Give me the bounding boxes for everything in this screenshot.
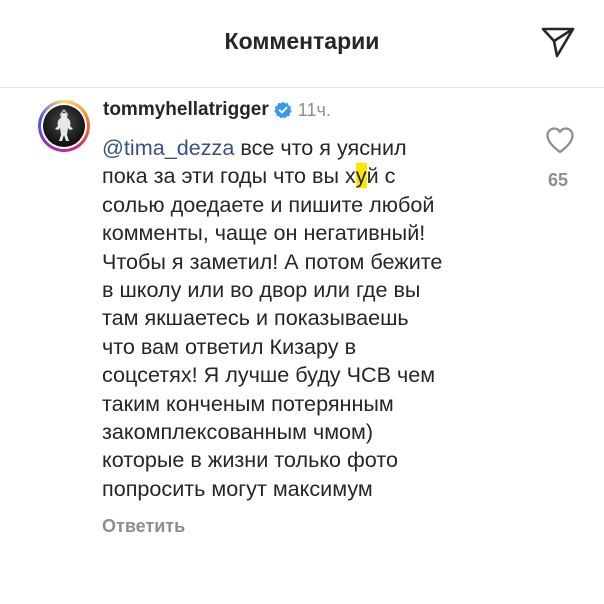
mention-link[interactable]: @tima_dezza [102,135,234,160]
comment-line: Чтобы я заметил! А потом бежите [102,248,443,274]
comment-line: таким конченым потерянным [102,390,394,416]
comment-line: @tima_dezza все что я уяснил [102,135,407,160]
header: Комментарии [0,0,604,88]
share-button[interactable] [536,20,580,64]
avatar[interactable] [38,100,90,152]
comment-line: пока за эти годы что вы хуй с [102,163,396,189]
comment-line: попросить могут максимум [102,475,373,501]
page-title: Комментарии [224,28,380,54]
comment-line: соцсетях! Я лучше буду ЧСВ чем [102,362,436,388]
avatar-image [43,105,85,147]
comment-text: @tima_dezza все что я уяснил пока за эти… [102,134,522,503]
paper-plane-icon [541,27,575,58]
like-button[interactable] [543,124,577,156]
comment-line: которые в жизни только фото [102,447,398,473]
comment-line: там якшаетесь и показываешь [102,305,409,331]
comment-line: солью доедаете и пишите любой [102,191,435,217]
comment-line: в школу или во двор или где вы [102,277,421,303]
comment-header: tommyhellatrigger 11ч. [103,98,331,122]
comment-line: закомплексованным чмом) [102,419,374,445]
heart-outline-icon [546,127,574,154]
comment-line: что вам ответил Кизару в [102,333,357,359]
like-count: 65 [547,170,569,190]
comment-time: 11ч. [297,99,331,120]
highlight-mark: у [355,163,367,189]
reply-button[interactable]: Ответить [102,516,185,537]
verified-badge-icon [274,101,292,119]
username[interactable]: tommyhellatrigger [103,99,269,121]
comment-line: комменты, чаще он негативный! [102,220,426,246]
